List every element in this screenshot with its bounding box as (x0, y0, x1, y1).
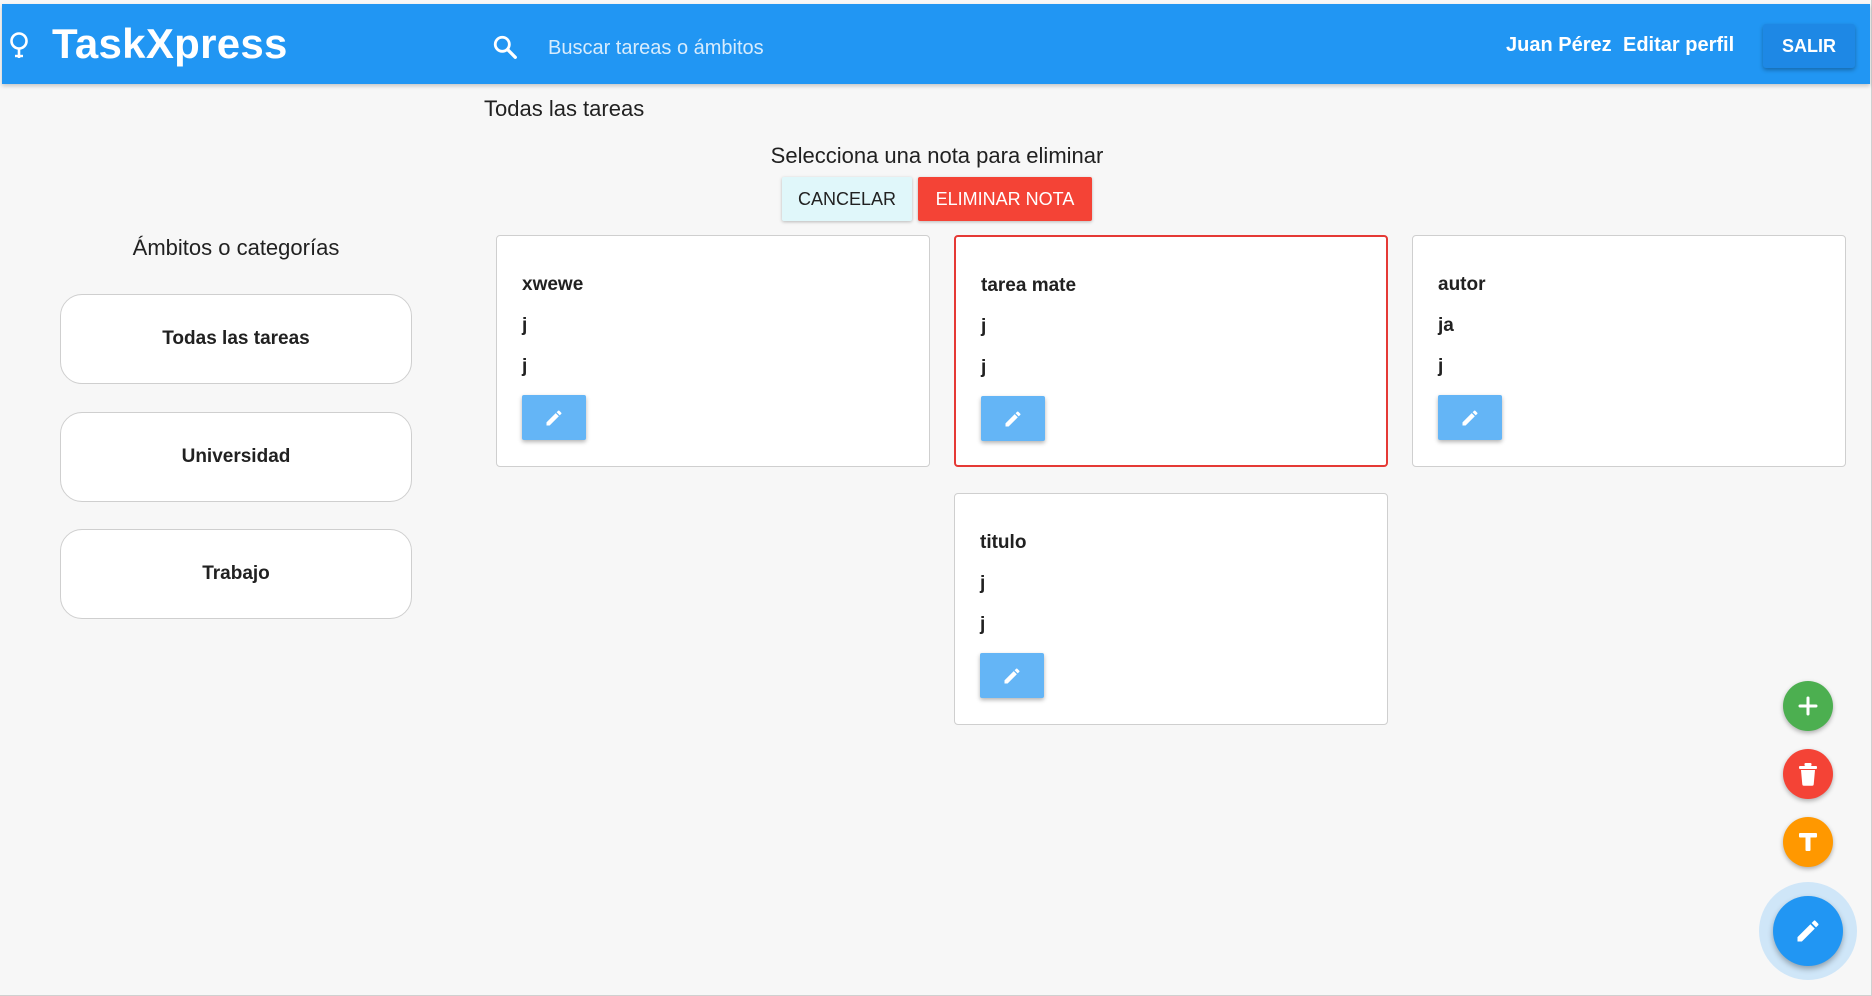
search-input[interactable] (546, 32, 1150, 64)
page-title: Todas las tareas (484, 96, 645, 121)
logout-button[interactable]: SALIR (1763, 24, 1855, 68)
edit-note-button[interactable] (981, 396, 1045, 441)
note-title: autor (1438, 274, 1486, 295)
edit-note-button[interactable] (1438, 395, 1502, 440)
text-format-fab[interactable] (1783, 817, 1833, 867)
note-text: j (980, 573, 986, 594)
pencil-icon (1004, 667, 1020, 683)
edit-profile-link[interactable]: Editar perfil (1623, 34, 1734, 57)
note-card[interactable]: autor ja j (1412, 235, 1846, 467)
note-card-selected[interactable]: tarea mate j j (954, 235, 1388, 467)
delete-note-fab[interactable] (1783, 749, 1833, 799)
pencil-icon (546, 409, 562, 425)
note-text: j (522, 356, 528, 377)
sidebar-item-label: Todas las tareas (162, 328, 310, 349)
plus-icon (1798, 696, 1818, 716)
pencil-icon (1462, 409, 1478, 425)
user-name[interactable]: Juan Pérez (1506, 34, 1612, 57)
app-bar: TaskXpress Juan Pérez Editar perfil SALI… (2, 4, 1870, 84)
sidebar-item-todas-las-tareas[interactable]: Todas las tareas (60, 294, 412, 384)
note-text: j (1438, 356, 1444, 377)
app-title: TaskXpress (52, 20, 288, 67)
sidebar-item-label: Trabajo (202, 563, 270, 584)
note-text: ja (1438, 315, 1454, 336)
note-card[interactable]: titulo j j (954, 493, 1388, 725)
delete-note-button[interactable]: ELIMINAR NOTA (918, 177, 1092, 221)
edit-mode-fab[interactable] (1773, 896, 1843, 966)
note-text: j (981, 316, 987, 337)
note-title: xwewe (522, 274, 584, 295)
add-note-fab[interactable] (1783, 681, 1833, 731)
sidebar-title: Ámbitos o categorías (132, 235, 340, 260)
trash-icon (1799, 763, 1817, 786)
note-text: j (981, 357, 987, 378)
note-title: titulo (980, 532, 1027, 553)
delete-prompt: Selecciona una nota para eliminar (770, 143, 1104, 168)
note-text: j (522, 315, 528, 336)
pencil-icon (1005, 410, 1021, 426)
lightbulb-icon (10, 32, 28, 58)
edit-note-button[interactable] (980, 653, 1044, 698)
note-title: tarea mate (981, 275, 1077, 296)
cancel-button[interactable]: CANCELAR (782, 177, 912, 221)
text-t-icon (1799, 833, 1817, 851)
note-text: j (980, 614, 986, 635)
sidebar-item-universidad[interactable]: Universidad (60, 412, 412, 502)
note-card[interactable]: xwewe j j (496, 235, 930, 467)
search-icon[interactable] (492, 34, 518, 60)
edit-note-button[interactable] (522, 395, 586, 440)
sidebar-item-trabajo[interactable]: Trabajo (60, 529, 412, 619)
app-root: TaskXpress Juan Pérez Editar perfil SALI… (0, 0, 1872, 996)
sidebar-item-label: Universidad (181, 446, 291, 467)
pencil-icon (1797, 920, 1819, 942)
